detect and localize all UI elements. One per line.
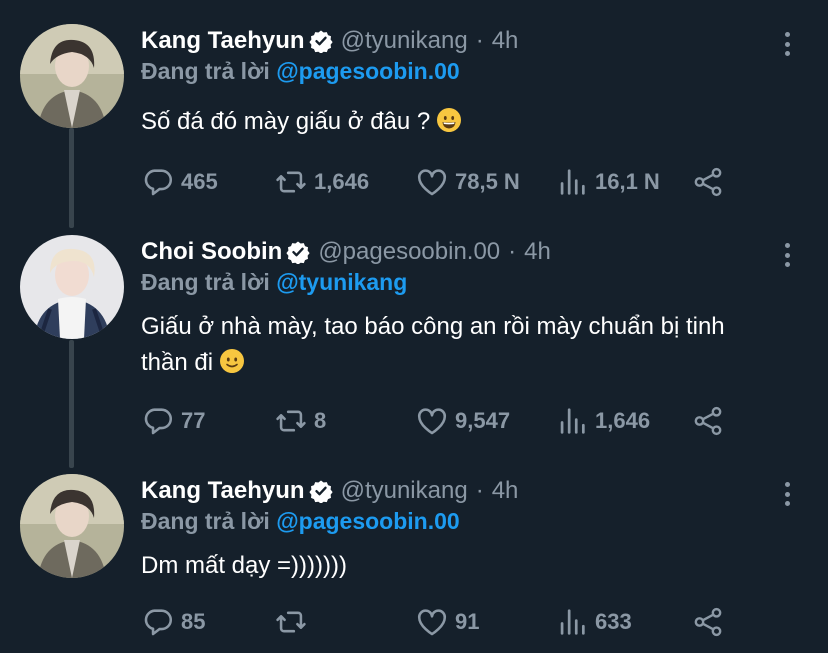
user-handle[interactable]: @pagesoobin.00 <box>318 238 500 266</box>
reply-button[interactable]: 77 <box>141 401 205 441</box>
tweet-actions: 85 91 633 <box>141 602 741 642</box>
views-button[interactable]: 633 <box>555 602 632 642</box>
tweet-text-line: Giấu ở nhà mày, tao báo công an rồi mày … <box>141 313 725 340</box>
retweet-icon <box>276 611 306 633</box>
replying-to-label: Đang trả lời <box>141 508 270 534</box>
display-name[interactable]: Choi Soobin <box>141 238 282 266</box>
heart-icon <box>417 169 447 196</box>
tweet-text: Dm mất dạy =))))))) <box>141 548 801 584</box>
separator-dot: · <box>475 27 484 54</box>
avatar-image <box>20 235 124 339</box>
replying-to-mention[interactable]: @pagesoobin.00 <box>276 58 459 84</box>
timestamp[interactable]: 4h <box>524 238 551 266</box>
more-options-icon[interactable] <box>776 32 798 56</box>
verified-badge-icon <box>308 30 333 53</box>
tweet[interactable]: Choi Soobin @pagesoobin.00 · 4h Đang trả… <box>0 235 828 445</box>
retweet-icon <box>276 410 306 432</box>
views-count: 1,646 <box>595 408 651 433</box>
timestamp[interactable]: 4h <box>492 27 519 55</box>
replying-to-label: Đang trả lời <box>141 269 270 295</box>
avatar-image <box>20 474 124 578</box>
reply-icon <box>144 408 173 435</box>
tweet-text-content: Dm mất dạy =))))))) <box>141 552 347 579</box>
share-button[interactable] <box>691 602 731 642</box>
slightly-smiling-face-emoji-icon <box>219 349 244 373</box>
like-count: 78,5 N <box>455 169 520 194</box>
like-count: 9,547 <box>455 408 511 433</box>
user-handle[interactable]: @tyunikang <box>341 477 468 505</box>
replying-to: Đang trả lời @pagesoobin.00 <box>141 508 460 535</box>
views-chart-icon <box>560 408 585 434</box>
share-icon <box>694 167 722 197</box>
share-icon <box>694 406 722 436</box>
tweet[interactable]: Kang Taehyun @tyunikang · 4h Đang trả lờ… <box>0 24 828 224</box>
verified-badge-icon <box>286 241 310 264</box>
avatar[interactable] <box>20 235 124 339</box>
avatar[interactable] <box>20 24 124 128</box>
tweet-header: Choi Soobin @pagesoobin.00 · 4h <box>141 235 551 269</box>
views-count: 633 <box>595 609 632 634</box>
retweet-button[interactable] <box>274 602 314 642</box>
reply-button[interactable]: 85 <box>141 602 205 642</box>
more-options-icon[interactable] <box>776 243 798 267</box>
tweet-actions: 77 8 9,547 1,646 <box>141 401 741 441</box>
reply-count: 77 <box>181 408 206 433</box>
heart-icon <box>417 408 447 435</box>
replying-to: Đang trả lời @tyunikang <box>141 269 407 296</box>
replying-to-mention[interactable]: @pagesoobin.00 <box>276 508 459 534</box>
reply-button[interactable]: 465 <box>141 162 218 202</box>
grinning-face-emoji-icon <box>436 108 461 132</box>
retweet-icon <box>276 171 306 193</box>
retweet-count: 8 <box>314 408 327 433</box>
tweet-text-content: thần đi <box>141 349 214 376</box>
share-icon <box>694 607 722 637</box>
reply-icon <box>144 169 173 196</box>
views-button[interactable]: 16,1 N <box>555 162 660 202</box>
tweet-header: Kang Taehyun @tyunikang · 4h <box>141 24 518 58</box>
share-button[interactable] <box>691 162 731 202</box>
replying-to: Đang trả lời @pagesoobin.00 <box>141 58 460 85</box>
tweet-text: Số đá đó mày giấu ở đâu ? <box>141 104 801 140</box>
verified-badge-icon <box>308 480 333 503</box>
tweet-text-content: Số đá đó mày giấu ở đâu ? <box>141 108 431 135</box>
replying-to-mention[interactable]: @tyunikang <box>276 269 407 295</box>
tweet-actions: 465 1,646 78,5 N 16,1 N <box>141 162 741 202</box>
replying-to-label: Đang trả lời <box>141 58 270 84</box>
heart-icon <box>417 609 447 636</box>
retweet-count: 1,646 <box>314 169 370 194</box>
timestamp[interactable]: 4h <box>492 477 519 505</box>
display-name[interactable]: Kang Taehyun <box>141 27 305 55</box>
tweet[interactable]: Kang Taehyun @tyunikang · 4h Đang trả lờ… <box>0 474 828 653</box>
tweet-header: Kang Taehyun @tyunikang · 4h <box>141 474 518 508</box>
tweet-text-line: thần đi <box>141 345 801 381</box>
retweet-button[interactable]: 1,646 <box>274 162 369 202</box>
separator-dot: · <box>475 477 484 504</box>
like-button[interactable]: 9,547 <box>415 401 510 441</box>
views-chart-icon <box>560 169 585 195</box>
separator-dot: · <box>508 238 517 265</box>
views-count: 16,1 N <box>595 169 660 194</box>
like-button[interactable]: 78,5 N <box>415 162 520 202</box>
reply-count: 465 <box>181 169 218 194</box>
views-button[interactable]: 1,646 <box>555 401 650 441</box>
reply-count: 85 <box>181 609 206 634</box>
reply-icon <box>144 609 173 636</box>
avatar-image <box>20 24 124 128</box>
user-handle[interactable]: @tyunikang <box>341 27 468 55</box>
like-button[interactable]: 91 <box>415 602 479 642</box>
retweet-button[interactable]: 8 <box>274 401 326 441</box>
like-count: 91 <box>455 609 480 634</box>
display-name[interactable]: Kang Taehyun <box>141 477 305 505</box>
more-options-icon[interactable] <box>776 482 798 506</box>
views-chart-icon <box>560 609 585 635</box>
avatar[interactable] <box>20 474 124 578</box>
tweet-text: Giấu ở nhà mày, tao báo công an rồi mày … <box>141 309 801 381</box>
share-button[interactable] <box>691 401 731 441</box>
